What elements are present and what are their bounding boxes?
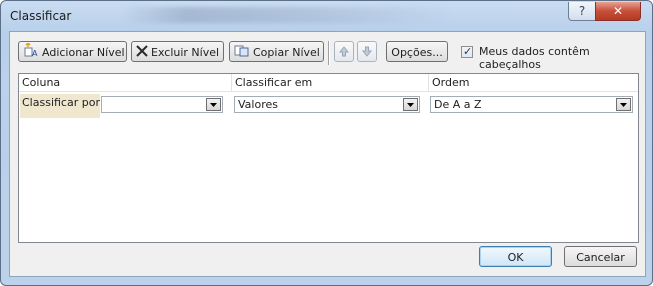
sort-on-dropdown-button[interactable] bbox=[403, 98, 418, 111]
column-combo[interactable] bbox=[101, 96, 223, 113]
chevron-down-icon bbox=[620, 103, 627, 107]
sort-dialog: Classificar ? ✕ A Adicionar Nível Exclui… bbox=[0, 0, 653, 286]
column-header-order: Ordem bbox=[429, 74, 638, 92]
copy-icon bbox=[234, 43, 250, 64]
title-bar[interactable]: Classificar ? ✕ bbox=[1, 1, 652, 31]
column-dropdown-button[interactable] bbox=[206, 98, 221, 111]
add-level-button[interactable]: A Adicionar Nível bbox=[18, 41, 127, 62]
row-label-sort-by: Classificar por bbox=[20, 94, 100, 118]
sort-levels-grid: Coluna Classificar em Ordem Classificar … bbox=[18, 73, 639, 243]
chevron-down-icon bbox=[210, 103, 217, 107]
column-header-sort-on: Classificar em bbox=[232, 74, 429, 92]
sort-on-combo[interactable]: Valores bbox=[234, 96, 420, 113]
column-header-column: Coluna bbox=[19, 74, 232, 92]
copy-level-button[interactable]: Copiar Nível bbox=[229, 41, 324, 62]
arrow-up-icon bbox=[338, 46, 350, 57]
move-down-button[interactable] bbox=[357, 41, 377, 62]
arrow-down-icon bbox=[361, 46, 373, 57]
cancel-button[interactable]: Cancelar bbox=[564, 246, 637, 267]
close-button[interactable]: ✕ bbox=[595, 2, 641, 21]
cancel-label: Cancelar bbox=[576, 251, 625, 264]
order-combo[interactable]: De A a Z bbox=[430, 96, 633, 113]
dialog-body: A Adicionar Nível Excluir Nível Copiar N… bbox=[9, 31, 646, 277]
add-level-label: Adicionar Nível bbox=[42, 46, 125, 59]
close-icon: ✕ bbox=[612, 4, 624, 18]
delete-x-icon bbox=[136, 43, 148, 64]
help-button[interactable]: ? bbox=[568, 2, 596, 21]
move-up-button[interactable] bbox=[334, 41, 354, 62]
svg-text:A: A bbox=[32, 49, 38, 57]
order-combo-value: De A a Z bbox=[434, 98, 482, 111]
ok-label: OK bbox=[507, 251, 524, 264]
delete-level-button[interactable]: Excluir Nível bbox=[131, 41, 224, 62]
title-bar-background-blur bbox=[121, 7, 451, 23]
chevron-down-icon bbox=[407, 103, 414, 107]
sort-on-combo-value: Valores bbox=[238, 98, 278, 111]
checkmark-icon: ✓ bbox=[463, 45, 473, 58]
options-label: Opções... bbox=[391, 46, 443, 59]
options-button[interactable]: Opções... bbox=[386, 41, 448, 62]
dialog-title: Classificar bbox=[10, 9, 72, 23]
ok-button[interactable]: OK bbox=[479, 246, 552, 267]
toolbar-separator bbox=[328, 41, 330, 65]
help-icon: ? bbox=[578, 4, 586, 18]
copy-level-label: Copiar Nível bbox=[253, 46, 320, 59]
headers-checkbox[interactable]: ✓ bbox=[461, 45, 473, 58]
headers-checkbox-label[interactable]: Meus dados contêm cabeçalhos bbox=[479, 45, 645, 71]
add-level-icon: A bbox=[23, 41, 39, 64]
order-dropdown-button[interactable] bbox=[616, 98, 631, 111]
delete-level-label: Excluir Nível bbox=[151, 46, 220, 59]
